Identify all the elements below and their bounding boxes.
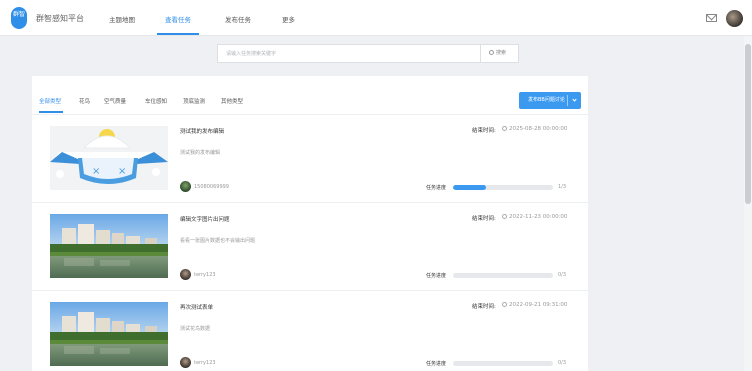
task-title[interactable]: 再次测试表单 (180, 303, 213, 311)
task-title[interactable]: 测试我的发布编辑 (180, 127, 224, 135)
end-time-value: 2022-11-23 00:00:00 (502, 214, 567, 220)
mail-icon[interactable] (706, 14, 717, 22)
nav-active-indicator (157, 33, 199, 35)
svg-text:×: × (92, 166, 100, 177)
logo-text: 群智 (12, 11, 25, 18)
task-thumbnail-photo (50, 214, 168, 278)
end-time-label: 结束时间: (472, 128, 496, 134)
scrollbar-thumb[interactable] (745, 44, 751, 204)
progress-text: 1/3 (558, 184, 567, 190)
progress-text: 0/3 (558, 360, 567, 366)
app-title: 群智感知平台 (36, 14, 84, 23)
task-description: 测试花鸟数据 (180, 326, 211, 332)
page-scrollbar[interactable] (744, 36, 752, 371)
task-list-panel: 全部类型 花鸟 空气质量 车位感知 顶底监测 其他类型 发布BB问题讨论 × ×… (32, 76, 588, 371)
progress-text: 0/3 (558, 272, 567, 278)
task-card[interactable]: 再次测试表单 测试花鸟数据 结束时间: 2022-09-21 09:31:00 … (32, 292, 588, 371)
tab-flowers-birds[interactable]: 花鸟 (79, 97, 90, 105)
search-bar: 搜索 (217, 44, 519, 63)
publisher-avatar (180, 357, 191, 368)
nav-item-theme-map[interactable]: 主题地图 (109, 14, 135, 24)
category-tabs: 全部类型 花鸟 空气质量 车位感知 顶底监测 其他类型 发布BB问题讨论 (32, 76, 588, 115)
tab-monitoring[interactable]: 顶底监测 (183, 97, 205, 105)
task-thumbnail-photo (50, 302, 168, 366)
search-button[interactable]: 搜索 (480, 45, 519, 62)
task-description: 看看一张图片数据也不会输出问题 (180, 238, 256, 244)
progress-fill (453, 185, 486, 190)
end-time-label: 结束时间: (472, 216, 496, 222)
nav-item-more[interactable]: 更多 (282, 14, 295, 24)
publish-button-label: 发布BB问题讨论 (528, 97, 565, 103)
progress-bar (453, 273, 553, 278)
progress-label: 任务进度 (426, 273, 447, 279)
end-time-value: 2022-09-21 09:31:00 (502, 302, 567, 308)
task-description: 测试我的发布编辑 (180, 150, 221, 156)
progress-label: 任务进度 (426, 361, 447, 367)
progress-label: 任务进度 (426, 185, 447, 191)
clock-icon (502, 302, 507, 307)
tab-active-indicator (39, 111, 63, 113)
tab-parking[interactable]: 车位感知 (145, 97, 167, 105)
search-input[interactable] (218, 45, 480, 62)
progress-bar (453, 361, 553, 366)
end-time-label: 结束时间: (472, 304, 496, 310)
publisher-avatar (180, 269, 191, 280)
tab-air-quality[interactable]: 空气质量 (104, 97, 126, 105)
publish-button[interactable]: 发布BB问题讨论 (519, 92, 581, 109)
search-button-label: 搜索 (496, 50, 507, 56)
nav-item-view-tasks[interactable]: 查看任务 (165, 14, 191, 24)
search-icon (489, 50, 494, 55)
publisher-name: terry123 (194, 360, 216, 366)
end-time-text: 2022-11-23 00:00:00 (509, 214, 568, 220)
task-title[interactable]: 编辑文字图片出问题 (180, 215, 230, 223)
button-divider (567, 95, 568, 106)
user-avatar[interactable] (726, 10, 743, 27)
clock-icon (502, 214, 507, 219)
svg-text:×: × (118, 166, 126, 177)
chevron-down-icon[interactable] (572, 97, 577, 102)
logo[interactable]: 群智 (11, 7, 27, 29)
tab-other-types[interactable]: 其他类型 (221, 97, 243, 105)
nav-item-publish-task[interactable]: 发布任务 (225, 14, 251, 24)
end-time-value: 2025-08-28 00:00:00 (502, 126, 567, 132)
top-navbar: 群智 群智感知平台 主题地图 查看任务 发布任务 更多 (0, 0, 752, 36)
publisher-avatar (180, 181, 191, 192)
end-time-text: 2025-08-28 00:00:00 (509, 126, 568, 132)
publisher-name: terry123 (194, 272, 216, 278)
publisher-name: 15080069999 (194, 184, 229, 190)
end-time-text: 2022-09-21 09:31:00 (509, 302, 568, 308)
task-card[interactable]: × × 测试我的发布编辑 测试我的发布编辑 结束时间: 2025-08-28 0… (32, 116, 588, 203)
task-card[interactable]: 编辑文字图片出问题 看看一张图片数据也不会输出问题 结束时间: 2022-11-… (32, 204, 588, 291)
tab-all-types[interactable]: 全部类型 (39, 97, 61, 105)
task-thumbnail-error: × × (50, 126, 168, 190)
clock-icon (502, 126, 507, 131)
progress-bar (453, 185, 553, 190)
